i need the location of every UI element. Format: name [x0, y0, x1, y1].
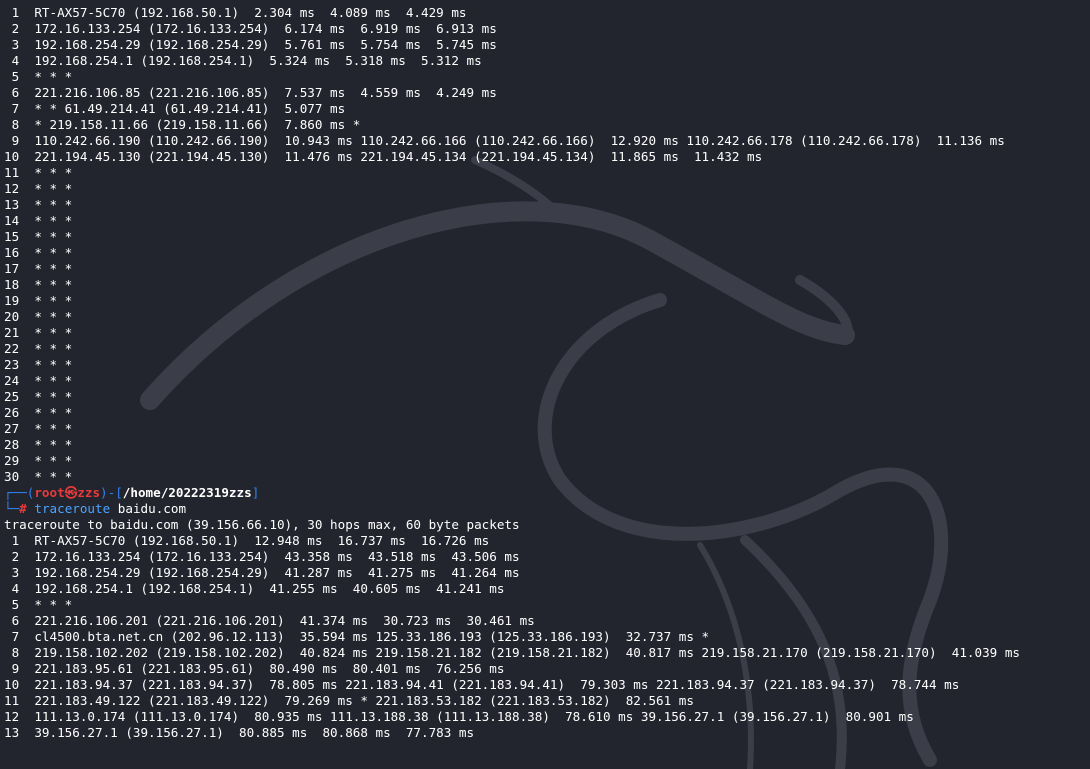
terminal-output[interactable]: 1 RT-AX57-5C70 (192.168.50.1) 2.304 ms 4… [4, 5, 1020, 741]
output-line: 3 192.168.254.29 (192.168.254.29) 5.761 … [4, 37, 497, 52]
prompt-hostname: zzs [77, 485, 101, 500]
prompt-frame-close: ] [251, 485, 260, 500]
output-line: 13 * * * [4, 197, 73, 212]
output-line: 30 * * * [4, 469, 73, 484]
output-line: 12 111.13.0.174 (111.13.0.174) 80.935 ms… [4, 709, 914, 724]
traceroute-output-current: traceroute to baidu.com (39.156.66.10), … [4, 517, 1020, 741]
prompt-line-2[interactable]: └─# traceroute baidu.com [4, 501, 1020, 517]
output-line: 9 110.242.66.190 (110.242.66.190) 10.943… [4, 133, 1005, 148]
output-line: 4 192.168.254.1 (192.168.254.1) 5.324 ms… [4, 53, 482, 68]
output-line: 19 * * * [4, 293, 73, 308]
output-line: 22 * * * [4, 341, 73, 356]
output-line: 13 39.156.27.1 (39.156.27.1) 80.885 ms 8… [4, 725, 475, 740]
output-line: 15 * * * [4, 229, 73, 244]
output-line: 29 * * * [4, 453, 73, 468]
output-line: 8 219.158.102.202 (219.158.102.202) 40.8… [4, 645, 1020, 660]
traceroute-output-previous: 1 RT-AX57-5C70 (192.168.50.1) 2.304 ms 4… [4, 5, 1020, 485]
output-line: 16 * * * [4, 245, 73, 260]
output-line: 3 192.168.254.29 (192.168.254.29) 41.287… [4, 565, 520, 580]
output-line: 10 221.194.45.130 (221.194.45.130) 11.47… [4, 149, 763, 164]
output-line: 27 * * * [4, 421, 73, 436]
prompt-username: root [34, 485, 65, 500]
output-line: 11 * * * [4, 165, 73, 180]
prompt-frame-bottom: └─ [4, 501, 20, 516]
prompt-line-1: ┌──(root㉿zzs)-[/home/20222319zzs] [4, 485, 1020, 501]
output-line: 7 cl4500.bta.net.cn (202.96.12.113) 35.5… [4, 629, 710, 644]
output-line: 14 * * * [4, 213, 73, 228]
prompt-hash: # [19, 501, 27, 516]
output-line: 7 * * 61.49.214.41 (61.49.214.41) 5.077 … [4, 101, 346, 116]
output-line: 25 * * * [4, 389, 73, 404]
output-line: 8 * 219.158.11.66 (219.158.11.66) 7.860 … [4, 117, 361, 132]
output-line: 18 * * * [4, 277, 73, 292]
output-line: 9 221.183.95.61 (221.183.95.61) 80.490 m… [4, 661, 505, 676]
output-line: 6 221.216.106.201 (221.216.106.201) 41.3… [4, 613, 535, 628]
output-line: 24 * * * [4, 373, 73, 388]
output-line: 5 * * * [4, 69, 73, 84]
output-line: 4 192.168.254.1 (192.168.254.1) 41.255 m… [4, 581, 505, 596]
prompt-frame-mid: )-[ [100, 485, 123, 500]
output-line: 17 * * * [4, 261, 73, 276]
command-argument: baidu.com [117, 501, 187, 516]
prompt-path: /home/20222319zzs [122, 485, 252, 500]
output-line: 28 * * * [4, 437, 73, 452]
output-line: 26 * * * [4, 405, 73, 420]
output-line: 2 172.16.133.254 (172.16.133.254) 43.358… [4, 549, 520, 564]
output-line: traceroute to baidu.com (39.156.66.10), … [4, 517, 520, 532]
output-line: 10 221.183.94.37 (221.183.94.37) 78.805 … [4, 677, 960, 692]
output-line: 20 * * * [4, 309, 73, 324]
prompt-frame-open: ┌──( [4, 485, 35, 500]
output-line: 21 * * * [4, 325, 73, 340]
output-line: 11 221.183.49.122 (221.183.49.122) 79.26… [4, 693, 694, 708]
output-line: 2 172.16.133.254 (172.16.133.254) 6.174 … [4, 21, 497, 36]
output-line: 23 * * * [4, 357, 73, 372]
output-line: 1 RT-AX57-5C70 (192.168.50.1) 12.948 ms … [4, 533, 490, 548]
command-name: traceroute [34, 501, 111, 516]
output-line: 12 * * * [4, 181, 73, 196]
output-line: 6 221.216.106.85 (221.216.106.85) 7.537 … [4, 85, 497, 100]
output-line: 5 * * * [4, 597, 73, 612]
skull-icon: ㉿ [64, 485, 78, 500]
output-line: 1 RT-AX57-5C70 (192.168.50.1) 2.304 ms 4… [4, 5, 467, 20]
